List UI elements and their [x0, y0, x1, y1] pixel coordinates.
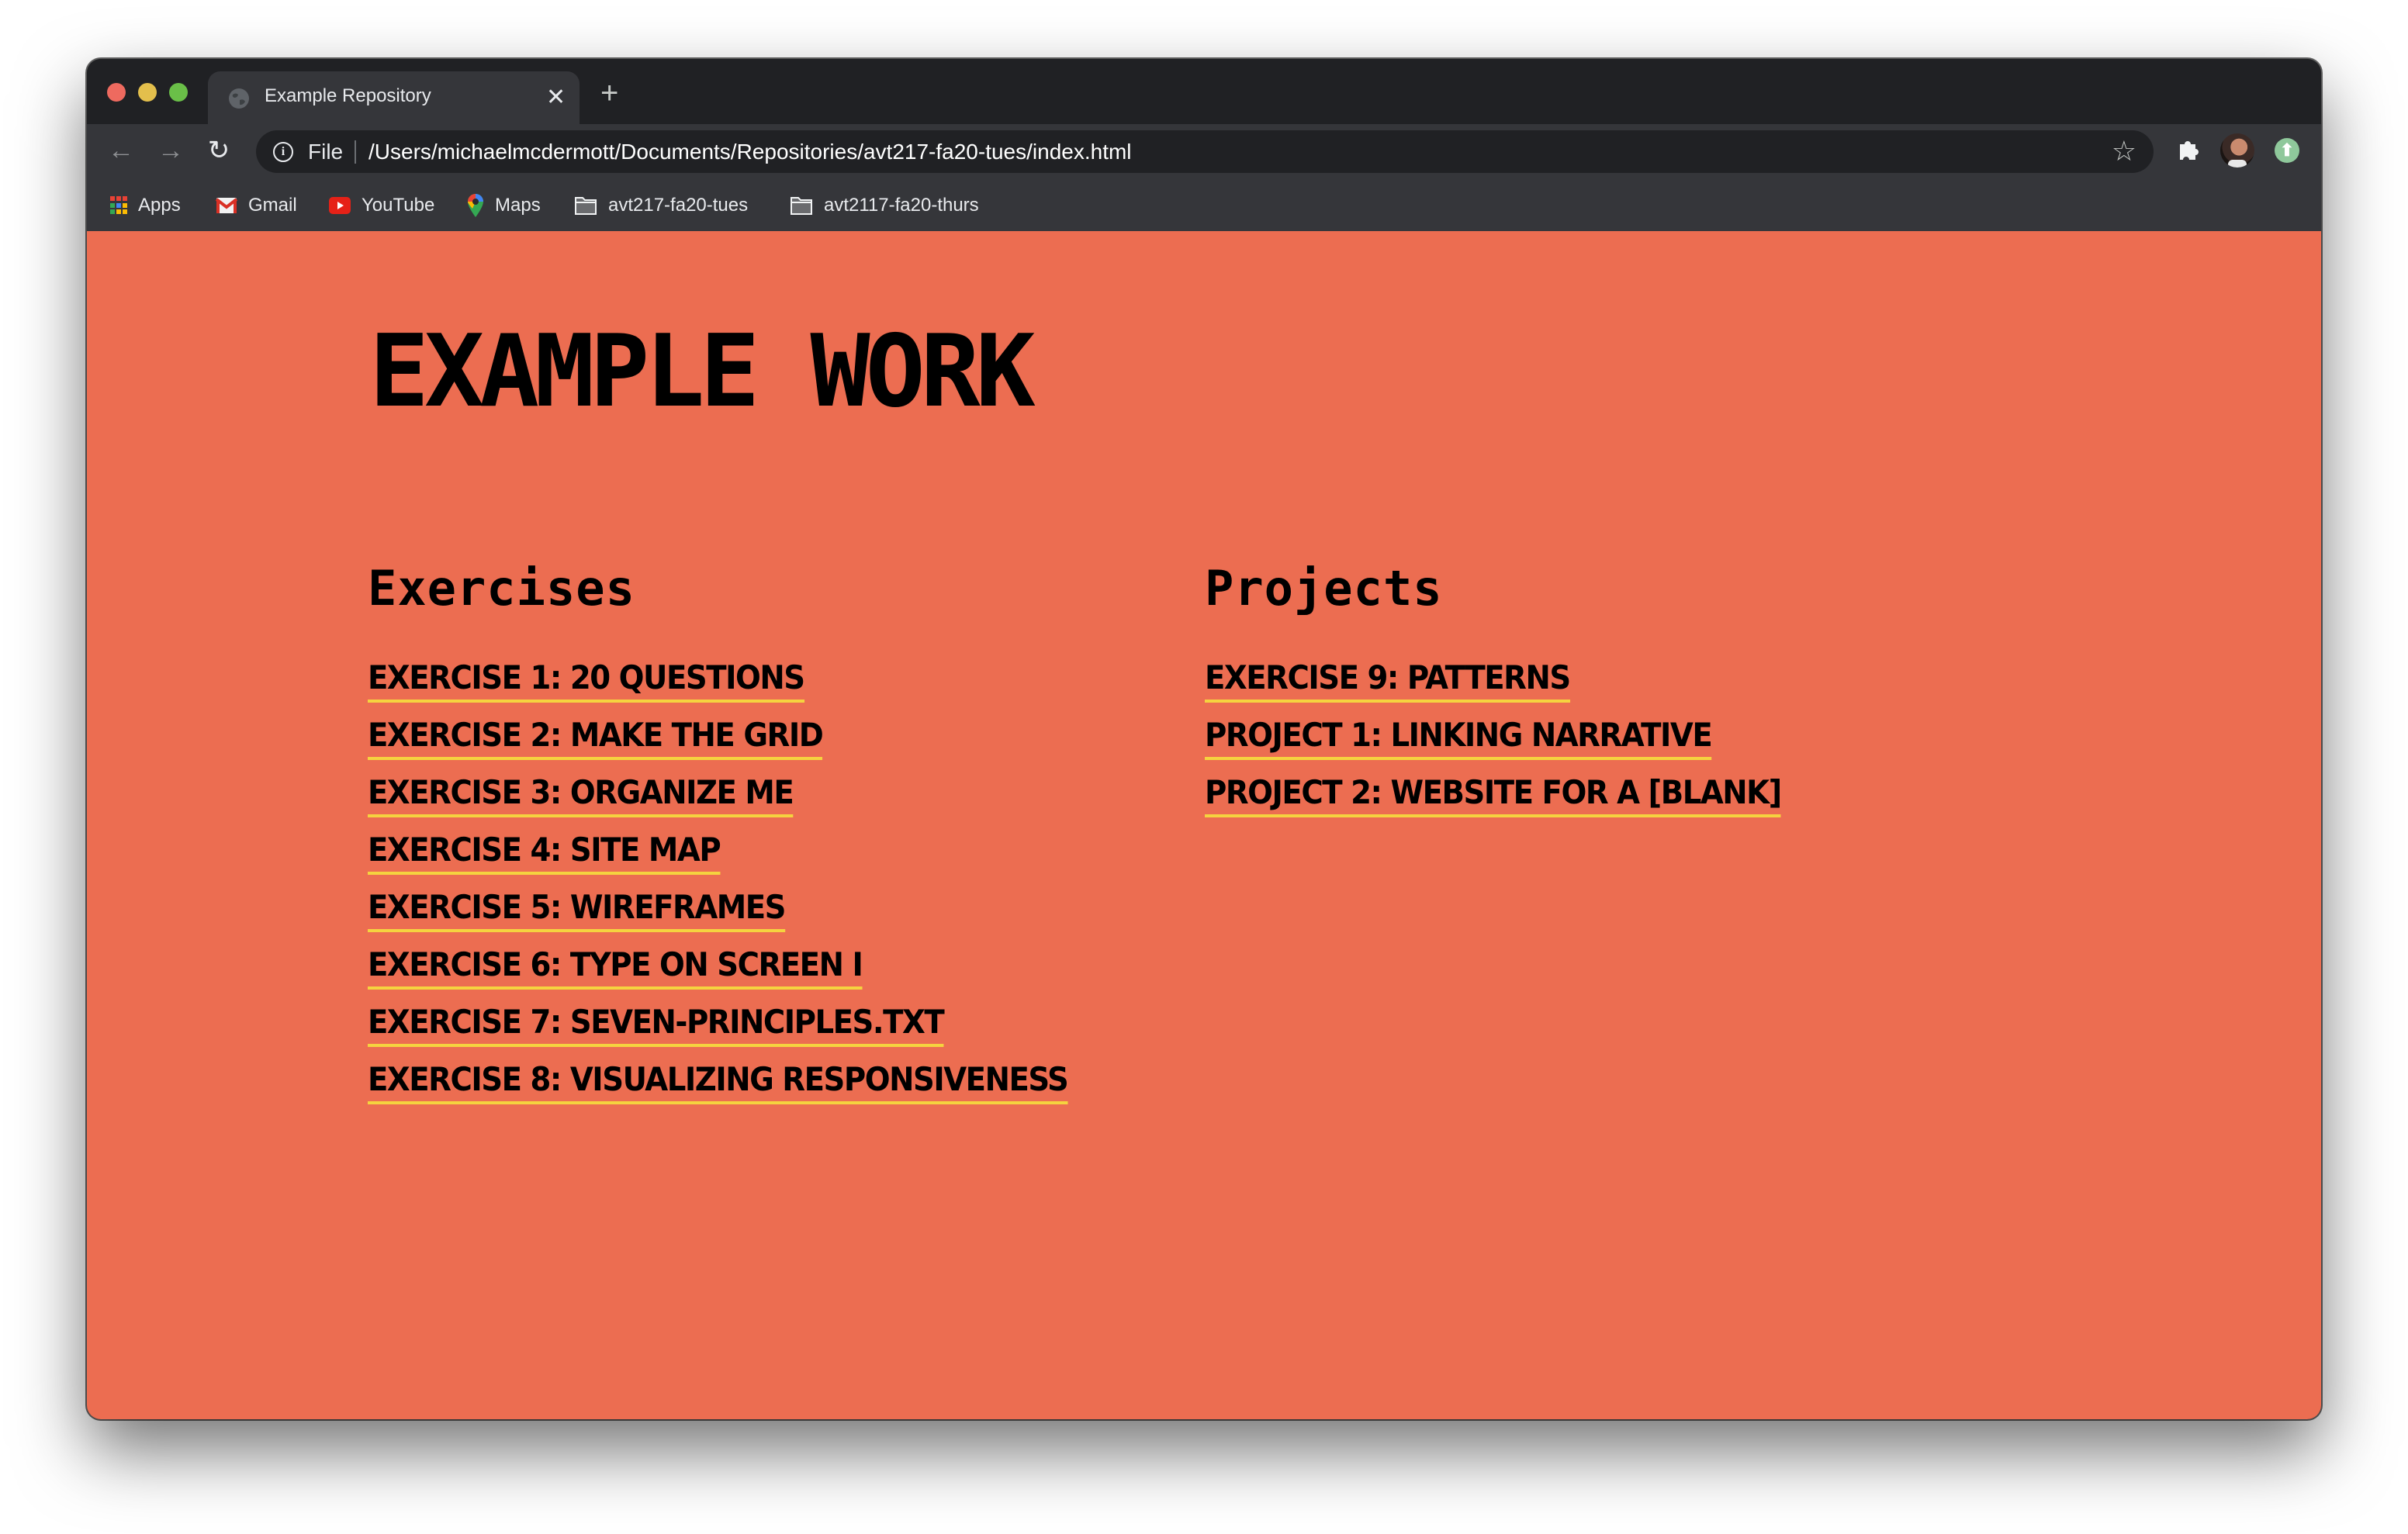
exercise-link[interactable]: EXERCISE 7: SEVEN-PRINCIPLES.TXT: [368, 1004, 945, 1047]
list-item: EXERCISE 2: MAKE THE GRID: [368, 717, 1129, 774]
bookmark-label: Gmail: [248, 195, 297, 216]
bookmark-label: Apps: [138, 195, 181, 216]
folder-icon: [575, 197, 597, 215]
projects-section: Projects EXERCISE 9: PATTERNS PROJECT 1:…: [1205, 565, 1831, 831]
globe-icon: [229, 88, 249, 109]
list-item: PROJECT 1: LINKING NARRATIVE: [1205, 717, 1831, 774]
puzzle-icon[interactable]: [2175, 136, 2203, 164]
bookmark-apps[interactable]: Apps: [110, 192, 181, 219]
page-title: EXAMPLE WORK: [369, 314, 1036, 430]
folder-icon: [791, 197, 812, 215]
gmail-icon: [216, 198, 237, 213]
projects-list: EXERCISE 9: PATTERNS PROJECT 1: LINKING …: [1205, 659, 1831, 831]
list-item: EXERCISE 1: 20 QUESTIONS: [368, 659, 1129, 717]
bookmark-folder-avt2117-fa20-thurs[interactable]: avt2117-fa20-thurs: [790, 192, 979, 219]
reload-icon[interactable]: ↻: [203, 135, 234, 166]
section-heading-exercises: Exercises: [368, 560, 635, 617]
bookmark-label: avt217-fa20-tues: [608, 195, 749, 216]
back-arrow-icon[interactable]: ←: [106, 135, 137, 166]
new-tab-button[interactable]: +: [600, 78, 618, 109]
list-item: EXERCISE 7: SEVEN-PRINCIPLES.TXT: [368, 1004, 1129, 1061]
window-close-button[interactable]: [107, 83, 126, 102]
update-icon[interactable]: ⬆: [2275, 138, 2299, 163]
exercise-link[interactable]: EXERCISE 1: 20 QUESTIONS: [368, 659, 805, 703]
section-heading-projects: Projects: [1205, 560, 1443, 617]
exercise-link[interactable]: EXERCISE 6: TYPE ON SCREEN I: [368, 946, 863, 990]
maps-icon: [468, 194, 483, 217]
list-item: EXERCISE 8: VISUALIZING RESPONSIVENESS: [368, 1061, 1129, 1118]
bookmark-label: YouTube: [362, 195, 435, 216]
list-item: EXERCISE 9: PATTERNS: [1205, 659, 1831, 717]
bookmark-youtube[interactable]: YouTube: [329, 192, 434, 219]
forward-arrow-icon[interactable]: →: [155, 135, 186, 166]
info-icon[interactable]: i: [273, 142, 293, 162]
exercise-link[interactable]: EXERCISE 2: MAKE THE GRID: [368, 717, 824, 760]
bookmarks-bar: Apps Gmail YouTube Maps avt217-fa20-tues…: [87, 180, 2321, 233]
scheme-label: File: [308, 140, 344, 164]
bookmark-star-icon[interactable]: ☆: [2112, 135, 2136, 168]
page-content: EXAMPLE WORK Exercises EXERCISE 1: 20 QU…: [87, 231, 2321, 1419]
bookmark-label: avt2117-fa20-thurs: [824, 195, 979, 216]
browser-window: Example Repository ✕ + ← → ↻ i File /Use…: [87, 59, 2321, 1419]
divider: [355, 140, 356, 164]
list-item: EXERCISE 6: TYPE ON SCREEN I: [368, 946, 1129, 1004]
exercises-list: EXERCISE 1: 20 QUESTIONS EXERCISE 2: MAK…: [368, 659, 1129, 1118]
exercise-link[interactable]: EXERCISE 4: SITE MAP: [368, 831, 721, 875]
exercise-link[interactable]: EXERCISE 5: WIREFRAMES: [368, 889, 787, 932]
window-minimize-button[interactable]: [138, 83, 157, 102]
address-bar[interactable]: i File /Users/michaelmcdermott/Documents…: [256, 130, 2154, 173]
youtube-icon: [329, 197, 351, 214]
project-link[interactable]: PROJECT 2: WEBSITE FOR A [BLANK]: [1205, 774, 1782, 817]
tab-strip: Example Repository ✕ +: [87, 59, 2321, 124]
url-text[interactable]: /Users/michaelmcdermott/Documents/Reposi…: [368, 140, 1132, 164]
list-item: EXERCISE 3: ORGANIZE ME: [368, 774, 1129, 831]
window-maximize-button[interactable]: [169, 83, 188, 102]
bookmark-gmail[interactable]: Gmail: [216, 192, 297, 219]
bookmark-label: Maps: [495, 195, 541, 216]
project-link[interactable]: EXERCISE 9: PATTERNS: [1205, 659, 1571, 703]
exercise-link[interactable]: EXERCISE 3: ORGANIZE ME: [368, 774, 794, 817]
avatar[interactable]: [2220, 133, 2254, 168]
toolbar: ← → ↻ i File /Users/michaelmcdermott/Doc…: [87, 124, 2321, 180]
tab-example-repository[interactable]: Example Repository ✕: [208, 71, 580, 124]
project-link[interactable]: PROJECT 1: LINKING NARRATIVE: [1205, 717, 1713, 760]
list-item: PROJECT 2: WEBSITE FOR A [BLANK]: [1205, 774, 1831, 831]
close-icon[interactable]: ✕: [546, 82, 566, 113]
list-item: EXERCISE 4: SITE MAP: [368, 831, 1129, 889]
list-item: EXERCISE 5: WIREFRAMES: [368, 889, 1129, 946]
apps-grid-icon: [110, 196, 127, 215]
bookmark-maps[interactable]: Maps: [467, 192, 541, 219]
bookmark-folder-avt217-fa20-tues[interactable]: avt217-fa20-tues: [574, 192, 748, 219]
tab-title: Example Repository: [265, 85, 431, 106]
exercise-link[interactable]: EXERCISE 8: VISUALIZING RESPONSIVENESS: [368, 1061, 1069, 1104]
exercises-section: Exercises EXERCISE 1: 20 QUESTIONS EXERC…: [368, 565, 1129, 1118]
